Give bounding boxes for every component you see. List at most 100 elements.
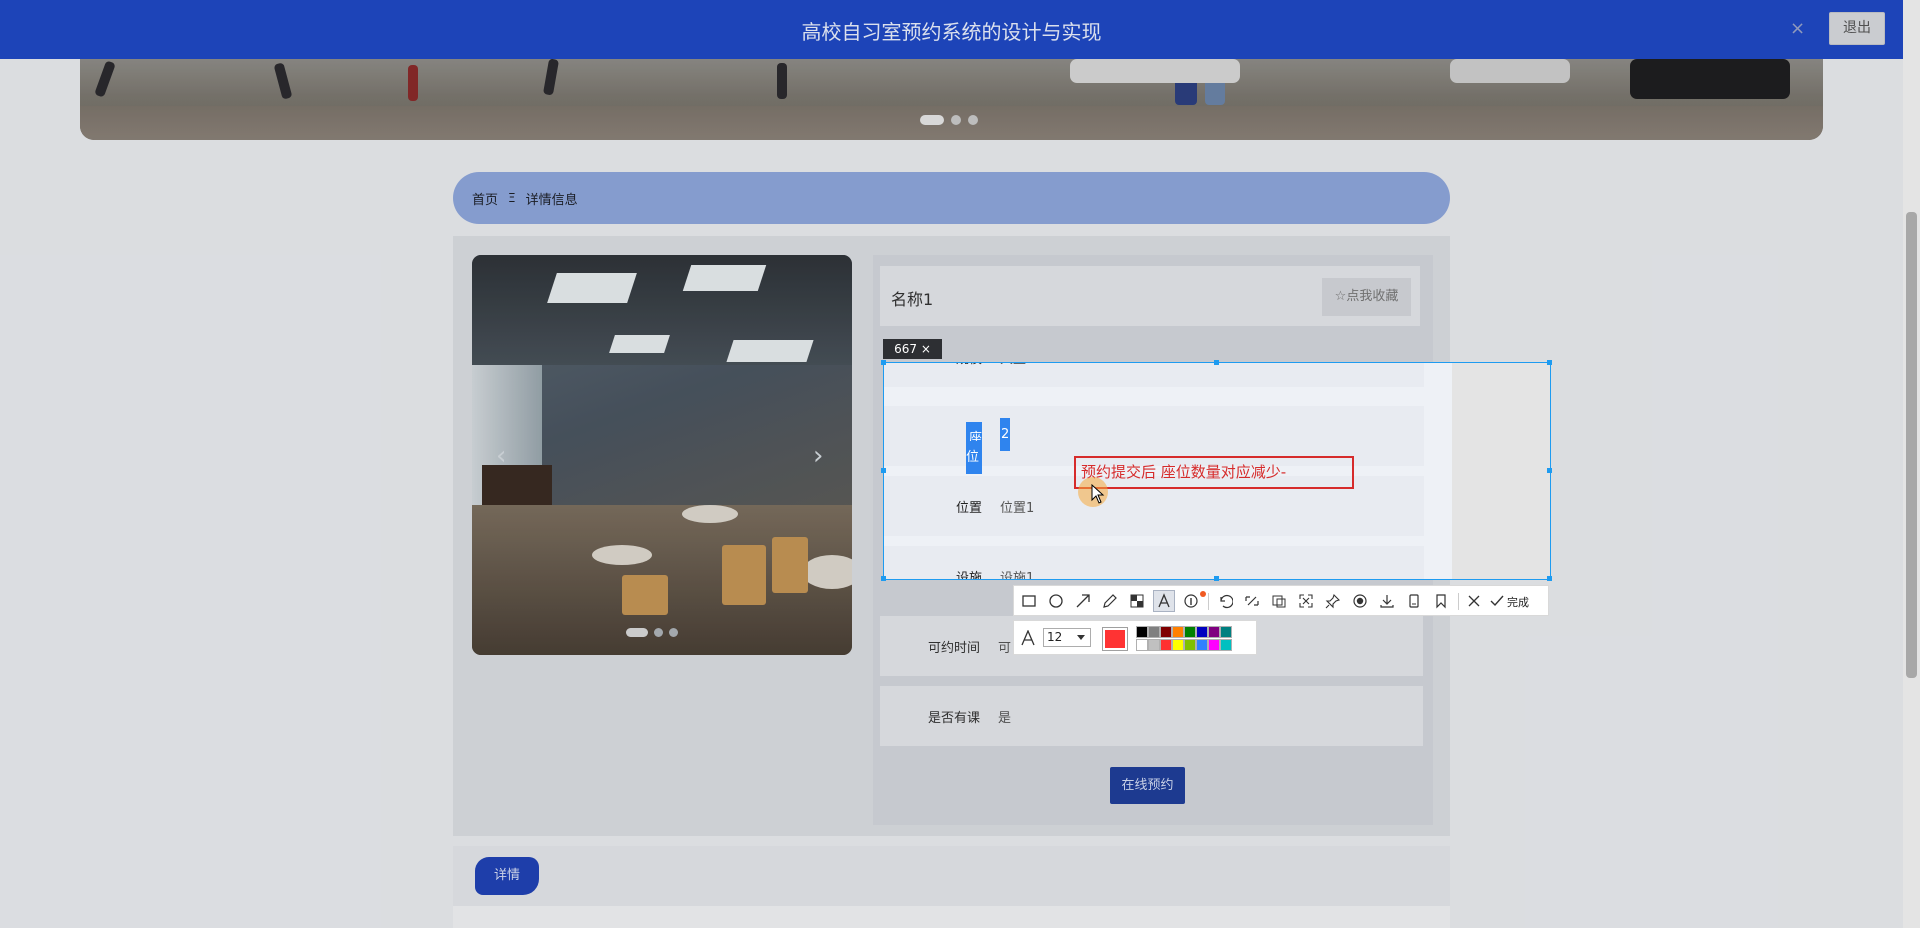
resize-handle[interactable]	[1547, 360, 1552, 365]
done-label[interactable]: 完成	[1507, 594, 1529, 610]
resize-handle[interactable]	[881, 360, 886, 365]
banner-carousel	[80, 59, 1823, 140]
field-value: 位置1	[1000, 501, 1035, 516]
color-swatch[interactable]	[1160, 626, 1172, 638]
ceiling-light	[726, 340, 814, 362]
font-size-icon	[1021, 630, 1035, 646]
capture-toolbar: 完成	[1013, 585, 1549, 616]
bookmark-icon[interactable]	[1430, 590, 1452, 612]
favorite-button[interactable]: ☆点我收藏	[1322, 278, 1411, 316]
banner-dot[interactable]	[920, 115, 944, 125]
info-row-facilities: 设施 设施1	[884, 546, 1424, 580]
field-label: 位置	[955, 501, 982, 516]
gallery-prev-arrow[interactable]: ‹	[496, 441, 506, 471]
selection-size-label: 667 × 218	[883, 339, 942, 376]
mosaic-icon[interactable]	[1126, 590, 1148, 612]
chevron-down-icon	[1077, 635, 1085, 640]
color-swatch[interactable]	[1148, 639, 1160, 651]
room-table	[592, 545, 652, 565]
room-name: 名称1	[891, 290, 934, 309]
save-icon[interactable]	[1403, 590, 1425, 612]
banner-dot[interactable]	[951, 115, 961, 125]
logout-button[interactable]: 退出	[1829, 12, 1885, 45]
resize-handle[interactable]	[881, 576, 886, 581]
gallery-dot[interactable]	[626, 628, 648, 637]
color-swatch[interactable]	[1196, 639, 1208, 651]
fullscreen-capture-icon[interactable]	[1295, 590, 1317, 612]
scrollbar-thumb[interactable]	[1906, 212, 1917, 678]
resize-handle[interactable]	[881, 468, 886, 473]
pin-icon[interactable]	[1322, 590, 1344, 612]
color-swatch[interactable]	[1196, 626, 1208, 638]
current-color[interactable]	[1102, 627, 1128, 651]
number-marker-icon[interactable]	[1180, 590, 1202, 612]
text-icon[interactable]	[1153, 590, 1175, 612]
color-swatch[interactable]	[1184, 626, 1196, 638]
room-name-row: 名称1 ☆点我收藏	[880, 266, 1420, 326]
resize-handle[interactable]	[1214, 360, 1219, 365]
color-swatch[interactable]	[1208, 639, 1220, 651]
ocr-icon[interactable]	[1268, 590, 1290, 612]
banner-dot[interactable]	[968, 115, 978, 125]
mouse-cursor-icon	[1091, 484, 1105, 504]
pencil-icon[interactable]	[1099, 590, 1121, 612]
gallery-next-arrow[interactable]: ›	[813, 441, 823, 471]
close-icon[interactable]: ×	[1790, 18, 1805, 39]
color-swatch[interactable]	[1172, 639, 1184, 651]
cancel-icon[interactable]	[1463, 590, 1485, 612]
resize-handle[interactable]	[1547, 468, 1552, 473]
book-online-button[interactable]: 在线预约	[1110, 767, 1185, 804]
breadcrumb-home[interactable]: 首页	[472, 189, 498, 208]
ellipse-icon[interactable]	[1045, 590, 1067, 612]
scroll-capture-icon[interactable]	[1241, 590, 1263, 612]
banner-person	[94, 60, 116, 98]
resize-handle[interactable]	[1547, 576, 1552, 581]
color-swatch[interactable]	[1160, 639, 1172, 651]
color-swatch[interactable]	[1208, 626, 1220, 638]
color-swatch[interactable]	[1136, 626, 1148, 638]
record-icon[interactable]	[1349, 590, 1371, 612]
download-icon[interactable]	[1376, 590, 1398, 612]
ceiling-light	[609, 335, 670, 353]
tab-details[interactable]: 详情	[475, 857, 539, 895]
breadcrumb-separator: Ξ	[508, 191, 516, 205]
color-swatch[interactable]	[1220, 639, 1232, 651]
room-chair	[622, 575, 668, 615]
field-value: 是	[998, 711, 1012, 726]
font-size-value: 12	[1047, 630, 1063, 644]
current-color-fill	[1105, 630, 1125, 648]
notification-dot	[1200, 591, 1206, 597]
color-swatch[interactable]	[1148, 626, 1160, 638]
color-swatch[interactable]	[1136, 639, 1148, 651]
selection-scrollbar-area	[1452, 363, 1550, 579]
resize-handle[interactable]	[1214, 576, 1219, 581]
banner-person	[273, 62, 293, 100]
rectangle-icon[interactable]	[1018, 590, 1040, 612]
font-size-select[interactable]: 12	[1043, 628, 1091, 647]
selected-label-text: 座位	[965, 422, 982, 474]
top-header: 高校自习室预约系统的设计与实现 × 退出	[0, 0, 1903, 59]
toolbar-separator	[1208, 593, 1209, 610]
field-value: 设施1	[1000, 571, 1035, 580]
ceiling-light	[682, 265, 767, 291]
text-annotation[interactable]: 预约提交后 座位数量对应减少-	[1074, 456, 1354, 489]
text-options-bar: 12	[1013, 620, 1257, 655]
undo-icon[interactable]	[1214, 590, 1236, 612]
color-swatch[interactable]	[1184, 639, 1196, 651]
gallery-dot[interactable]	[669, 628, 678, 637]
color-swatch[interactable]	[1172, 626, 1184, 638]
room-table	[682, 505, 738, 523]
room-chair	[772, 537, 808, 593]
done-icon[interactable]	[1486, 590, 1508, 612]
selected-value-text: 2	[1000, 418, 1011, 451]
banner-car	[1450, 59, 1570, 83]
gallery-dot[interactable]	[654, 628, 663, 637]
arrow-icon[interactable]	[1072, 590, 1094, 612]
color-swatch[interactable]	[1220, 626, 1232, 638]
banner-person	[542, 59, 560, 96]
toolbar-separator	[1458, 593, 1459, 610]
field-value: 2	[1000, 418, 1011, 451]
field-value: 可	[998, 641, 1012, 656]
detail-tab-bar	[453, 846, 1450, 906]
info-row-scale: 规模 大型	[884, 363, 1424, 387]
